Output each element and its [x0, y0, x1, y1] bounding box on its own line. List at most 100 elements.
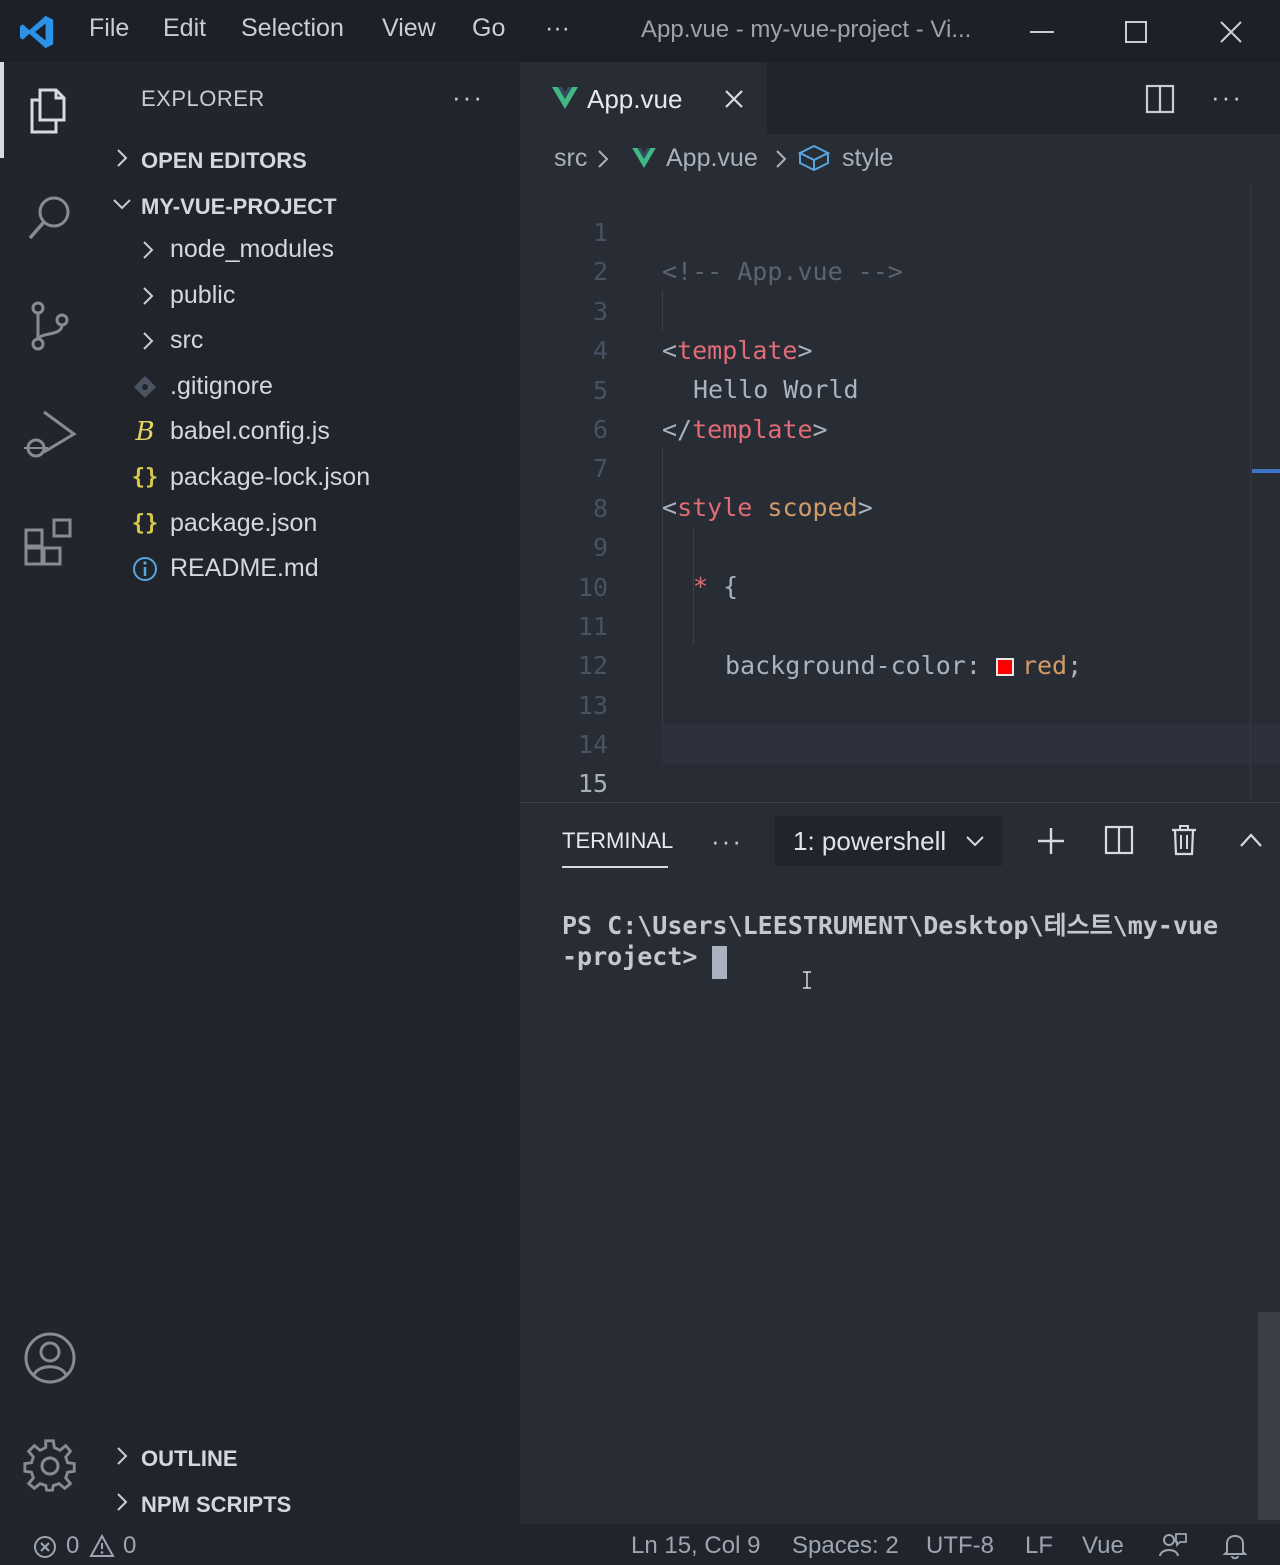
chevron-down-icon [113, 199, 131, 210]
tab-terminal[interactable]: TERMINAL [562, 828, 673, 854]
maximize-panel-icon[interactable] [1238, 830, 1264, 850]
chevron-right-icon [776, 150, 787, 168]
trash-icon[interactable] [1170, 824, 1198, 856]
code-line-6: 6 [520, 370, 1250, 444]
activity-bar [0, 62, 100, 1524]
code-line-7: 7 <style scoped> [520, 409, 1250, 523]
code-line-10: 10 [520, 528, 1250, 602]
vscode-logo-icon [19, 15, 54, 49]
minimize-icon[interactable] [1020, 10, 1064, 54]
section-outline[interactable]: OUTLINE [100, 1434, 520, 1480]
window-title: App.vue - my-vue-project - Vi... [641, 16, 972, 43]
tree-folder-public[interactable]: public [100, 273, 520, 318]
tree-item-label: node_modules [170, 235, 335, 263]
active-tab-underline [562, 866, 668, 868]
chevron-right-icon [143, 332, 154, 350]
tree-file-babel-config[interactable]: B babel.config.js [100, 409, 520, 454]
tree-folder-src[interactable]: src [100, 318, 520, 363]
section-project[interactable]: MY-VUE-PROJECT [100, 182, 520, 228]
editor-scrollbar-track[interactable] [1250, 180, 1251, 800]
info-file-icon [133, 557, 157, 581]
title-bar: File Edit Selection View Go ··· App.vue … [0, 0, 1280, 62]
section-open-editors[interactable]: OPEN EDITORS [100, 136, 520, 182]
source-control-icon[interactable] [22, 298, 78, 354]
menu-view[interactable]: View [382, 14, 436, 43]
tab-label: App.vue [587, 84, 683, 114]
code-line-14: 14 [520, 685, 1250, 759]
tree-item-label: src [170, 326, 204, 354]
line-number: 15 [577, 768, 608, 798]
error-icon[interactable] [33, 1535, 57, 1559]
chevron-right-icon [143, 241, 154, 259]
json-file-icon: {} [131, 465, 159, 490]
warning-icon[interactable] [89, 1534, 115, 1558]
menu-selection[interactable]: Selection [241, 14, 344, 43]
terminal-select-dropdown[interactable]: 1: powershell [775, 816, 1002, 866]
code-line-1: 1 <!-- App.vue --> [520, 173, 1250, 287]
language-mode[interactable]: Vue [1082, 1532, 1124, 1560]
close-tab-icon[interactable] [722, 87, 746, 111]
extensions-icon[interactable] [22, 514, 78, 570]
code-line-4: 4 Hello World [520, 291, 1250, 405]
tree-item-label: babel.config.js [170, 417, 330, 445]
tree-file-package-json[interactable]: {} package.json [100, 501, 520, 546]
menu-file[interactable]: File [89, 14, 129, 43]
code-line-2: 2 [520, 212, 1250, 286]
symbol-structure-icon [798, 144, 830, 172]
menu-edit[interactable]: Edit [163, 14, 206, 43]
git-file-icon [134, 376, 156, 398]
cursor-position[interactable]: Ln 15, Col 9 [631, 1532, 760, 1560]
tree-item-label: public [170, 281, 236, 309]
babel-file-icon: B [135, 417, 155, 447]
section-label: OPEN EDITORS [141, 148, 307, 173]
new-terminal-icon[interactable] [1036, 826, 1066, 856]
feedback-icon[interactable] [1158, 1532, 1188, 1560]
tree-item-label: .gitignore [170, 372, 273, 400]
tree-file-package-lock[interactable]: {} package-lock.json [100, 455, 520, 500]
run-debug-icon[interactable] [22, 406, 78, 462]
status-bar: 0 0 Ln 15, Col 9 Spaces: 2 UTF-8 LF Vue [0, 1524, 1280, 1565]
section-npm-scripts[interactable]: NPM SCRIPTS [100, 1480, 520, 1526]
maximize-icon[interactable] [1114, 10, 1158, 54]
tree-item-label: package-lock.json [170, 463, 371, 491]
close-window-icon[interactable] [1209, 10, 1253, 54]
split-terminal-icon[interactable] [1104, 825, 1134, 855]
chevron-right-icon [143, 287, 154, 305]
json-file-icon: {} [131, 511, 159, 536]
tree-folder-node-modules[interactable]: node_modules [100, 227, 520, 272]
notifications-bell-icon[interactable] [1222, 1532, 1248, 1560]
code-line-5: 5 </template> [520, 331, 1250, 445]
terminal-select-value: 1: powershell [793, 826, 947, 856]
encoding[interactable]: UTF-8 [926, 1532, 994, 1560]
section-label: NPM SCRIPTS [141, 1492, 292, 1517]
code-line-15: 15 </style> [520, 724, 1250, 838]
menu-go[interactable]: Go [472, 14, 505, 43]
vue-file-icon [632, 148, 656, 168]
breadcrumb-app-vue[interactable]: App.vue [666, 144, 758, 173]
explorer-more-actions[interactable]: ··· [452, 82, 484, 113]
section-label: OUTLINE [141, 1446, 238, 1471]
explorer-icon[interactable] [22, 82, 78, 138]
tree-file-readme[interactable]: README.md [100, 546, 520, 591]
tree-item-label: README.md [170, 554, 319, 582]
indentation[interactable]: Spaces: 2 [792, 1532, 899, 1560]
settings-gear-icon[interactable] [22, 1438, 78, 1494]
code-line-3: 3 <template> [520, 252, 1250, 366]
error-count[interactable]: 0 [66, 1532, 79, 1560]
warning-count[interactable]: 0 [123, 1532, 136, 1560]
code-line-9: 9 * { [520, 488, 1250, 602]
editor-more-actions[interactable]: ··· [1211, 82, 1243, 113]
code-line-8: 8 [520, 449, 1250, 523]
menu-overflow[interactable]: ··· [545, 14, 570, 43]
split-editor-icon[interactable] [1145, 84, 1175, 114]
breadcrumb-style[interactable]: style [842, 144, 893, 173]
terminal-scrollbar-thumb[interactable] [1258, 1312, 1280, 1520]
search-icon[interactable] [22, 190, 78, 246]
panel-more-actions[interactable]: ··· [711, 826, 743, 857]
tree-file-gitignore[interactable]: .gitignore [100, 364, 520, 409]
text-cursor-icon [803, 971, 811, 989]
tree-item-label: package.json [170, 509, 318, 537]
line-ending[interactable]: LF [1025, 1532, 1053, 1560]
breadcrumb-src[interactable]: src [554, 144, 587, 173]
account-icon[interactable] [22, 1330, 78, 1386]
